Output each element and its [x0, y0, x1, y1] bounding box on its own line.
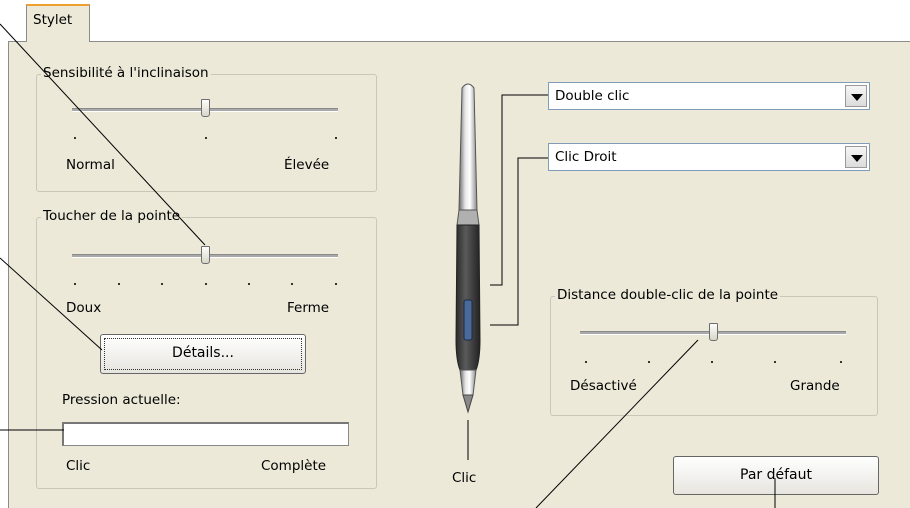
double-click-min-label: Désactivé — [570, 378, 637, 394]
lower-side-switch-dropdown[interactable]: Clic Droit — [548, 143, 870, 171]
tick-mark — [248, 283, 250, 285]
pressure-click-label: Clic — [66, 458, 91, 474]
tick-mark — [291, 283, 293, 285]
double-click-slider-thumb[interactable] — [708, 323, 718, 341]
tick-mark — [335, 137, 337, 139]
tab-label: Stylet — [33, 12, 73, 28]
tick-mark — [648, 361, 650, 363]
lower-side-switch-value: Clic Droit — [555, 149, 617, 165]
tick-mark — [335, 283, 337, 285]
details-button[interactable]: Détails... — [100, 334, 306, 374]
tick-mark — [585, 361, 587, 363]
tick-mark — [205, 137, 207, 139]
details-button-label: Détails... — [172, 345, 234, 361]
pressure-label: Pression actuelle: — [62, 392, 181, 408]
tick-mark — [774, 361, 776, 363]
double-click-group-title: Distance double-clic de la pointe — [555, 287, 781, 303]
tilt-group-title: Sensibilité à l'inclinaison — [41, 65, 211, 81]
tick-mark — [74, 137, 76, 139]
tick-mark — [74, 283, 76, 285]
double-click-max-label: Grande — [790, 378, 840, 394]
pressure-meter — [62, 422, 349, 446]
default-button-label: Par défaut — [740, 467, 812, 483]
tip-min-label: Doux — [66, 300, 102, 316]
chevron-down-icon[interactable] — [845, 146, 867, 168]
double-click-distance-group: Distance double-clic de la pointe — [550, 287, 878, 416]
tip-group-title: Toucher de la pointe — [41, 208, 183, 224]
upper-side-switch-value: Double clic — [555, 88, 630, 104]
chevron-down-icon[interactable] — [845, 85, 867, 107]
upper-side-switch-dropdown[interactable]: Double clic — [548, 82, 870, 110]
tick-mark — [840, 361, 842, 363]
tick-mark — [711, 361, 713, 363]
tick-mark — [161, 283, 163, 285]
tilt-min-label: Normal — [66, 157, 115, 173]
tab-stylet[interactable]: Stylet — [26, 4, 90, 42]
tip-max-label: Ferme — [287, 300, 330, 316]
tip-slider-thumb[interactable] — [200, 246, 210, 264]
tilt-max-label: Élevée — [284, 157, 330, 173]
tick-mark — [205, 283, 207, 285]
tick-mark — [118, 283, 120, 285]
tip-click-label: Clic — [452, 470, 477, 486]
tilt-slider-thumb[interactable] — [200, 99, 210, 117]
tilt-sensitivity-group: Sensibilité à l'inclinaison — [36, 65, 377, 192]
default-button[interactable]: Par défaut — [673, 456, 879, 495]
pen-illustration — [455, 83, 481, 414]
pressure-full-label: Complète — [261, 458, 327, 474]
